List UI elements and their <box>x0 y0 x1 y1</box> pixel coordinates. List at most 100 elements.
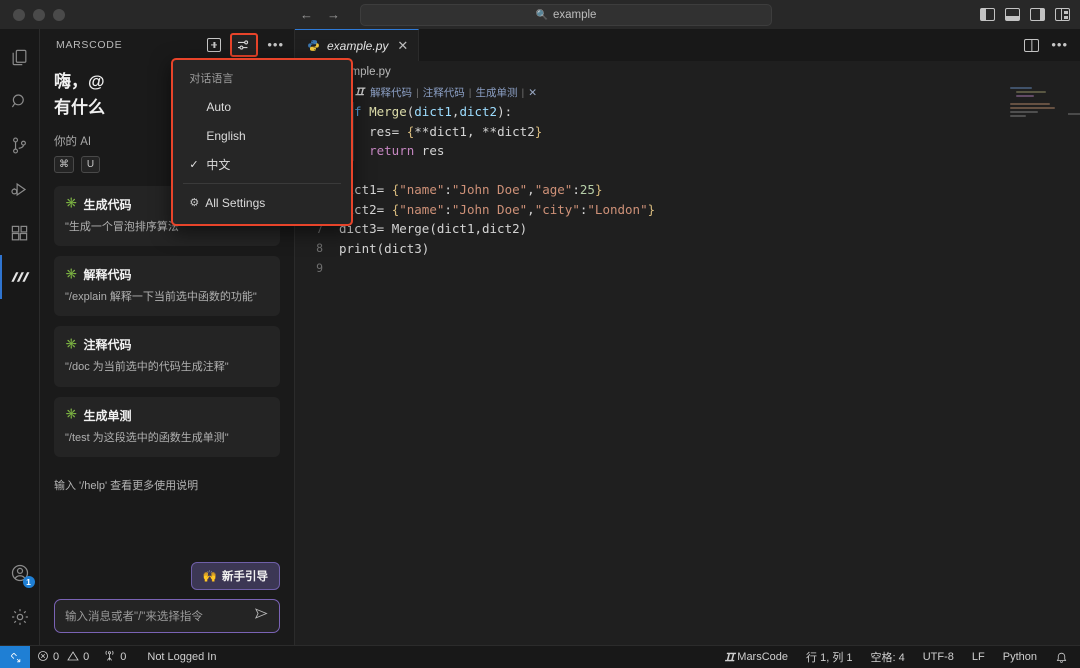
key-cmd: ⌘ <box>54 155 74 173</box>
codelens-separator: | <box>468 86 472 99</box>
code-line[interactable]: 2 res= {**dict1, **dict2} <box>295 122 1080 142</box>
card-title: 注释代码 <box>83 338 132 353</box>
key-u: U <box>81 155 100 173</box>
status-language-mode[interactable]: Python <box>994 646 1046 668</box>
codelens-action-explain[interactable]: 解释代码 <box>370 85 412 100</box>
hands-emoji-icon: 🙌 <box>202 571 217 583</box>
maximize-window-button[interactable] <box>53 8 65 21</box>
code-line[interactable]: 7 dict3= Merge(dict1,dict2) <box>295 219 1080 239</box>
sidebar-item-extensions[interactable] <box>0 211 40 255</box>
toggle-secondary-sidebar-icon[interactable] <box>1030 8 1045 21</box>
dropdown-item-chinese[interactable]: ✓ 中文 <box>173 150 351 179</box>
dropdown-item-label: Auto <box>206 99 232 114</box>
chat-input-placeholder: 输入消息或者"/"来选择指令 <box>65 611 203 623</box>
dropdown-item-auto[interactable]: Auto <box>173 92 351 121</box>
dropdown-section-label: 对话语言 <box>189 73 234 85</box>
list-item[interactable]: ✳️ 解释代码 "/explain 解释一下当前选中函数的功能" <box>54 256 280 317</box>
dropdown-item-english[interactable]: English <box>173 121 351 150</box>
plus-box-icon[interactable] <box>207 38 222 52</box>
send-icon[interactable] <box>254 606 269 624</box>
sparkle-icon: ✳️ <box>65 198 78 210</box>
ellipsis-icon[interactable]: ••• <box>267 38 284 51</box>
toggle-panel-icon[interactable] <box>1005 8 1020 21</box>
close-window-button[interactable] <box>13 8 25 21</box>
code-line[interactable]: 1def Merge(dict1,dict2): <box>295 102 1080 122</box>
split-editor-icon[interactable] <box>1024 38 1040 52</box>
list-item[interactable]: ✳️ 注释代码 "/doc 为当前选中的代码生成注释" <box>54 326 280 387</box>
quick-open-text: example <box>552 9 597 21</box>
code-line[interactable]: 9 <box>295 258 1080 278</box>
codelens-action-comment[interactable]: 注释代码 <box>423 85 465 100</box>
manage-settings-button[interactable] <box>0 595 40 639</box>
tab-example-py[interactable]: example.py ✕ <box>295 29 420 61</box>
layout-controls[interactable] <box>980 0 1070 29</box>
status-indentation[interactable]: 空格: 4 <box>862 646 914 668</box>
toggle-primary-sidebar-icon[interactable] <box>980 8 995 21</box>
sidebar-item-run-and-debug[interactable] <box>0 167 40 211</box>
card-description: "/doc 为当前选中的代码生成注释" <box>65 361 229 374</box>
warning-icon <box>67 650 79 665</box>
code-lines[interactable]: 1def Merge(dict1,dict2):2 res= {**dict1,… <box>295 102 1080 278</box>
status-eol[interactable]: LF <box>963 646 994 668</box>
forward-arrow-icon[interactable]: → <box>327 8 340 21</box>
error-icon <box>37 650 49 665</box>
status-encoding[interactable]: UTF-8 <box>914 646 963 668</box>
radio-tower-icon <box>103 649 116 665</box>
list-item[interactable]: ✳️ 生成单测 "/test 为这段选中的函数生成单测" <box>54 396 280 458</box>
customize-layout-icon[interactable] <box>1055 8 1070 21</box>
code-line[interactable]: 8 print(dict3) <box>295 239 1080 259</box>
status-marscode[interactable]: ⵊⵊ MarsCode <box>716 646 797 668</box>
account-button[interactable]: 1 <box>0 551 40 595</box>
sliders-icon[interactable] <box>230 33 259 57</box>
status-account[interactable]: Not Logged In <box>133 646 223 668</box>
line-number: 8 <box>316 241 323 256</box>
dropdown-item-all-settings[interactable]: ⚙ All Settings <box>173 188 351 217</box>
search-icon <box>10 92 29 111</box>
quick-open-bar[interactable]: 🔍 example <box>360 4 772 26</box>
codelens-action-unittest[interactable]: 生成单测 <box>476 85 518 100</box>
dropdown-item-label: English <box>206 128 246 143</box>
ellipsis-icon[interactable]: ••• <box>1051 38 1068 51</box>
sidebar-item-marscode[interactable] <box>0 255 40 299</box>
remote-window-icon[interactable] <box>0 645 30 668</box>
account-badge: 1 <box>22 576 35 588</box>
status-problems[interactable]: 0 0 <box>30 646 96 668</box>
files-icon <box>10 48 29 67</box>
workbench: 1 MARSCODE 对话语言 Auto English ✓ 中文 ⚙ All … <box>0 29 1080 645</box>
dropdown-divider <box>183 183 342 184</box>
code-line[interactable]: 3 return res <box>295 141 1080 161</box>
code-text: print(dict3) <box>339 240 430 256</box>
code-line[interactable]: 5dict1= {"name":"John Doe","age":25} <box>295 180 1080 200</box>
sidebar-item-explorer[interactable] <box>0 35 40 79</box>
notifications-bell-icon[interactable] <box>1046 646 1080 668</box>
panel-header: MARSCODE 对话语言 Auto English ✓ 中文 ⚙ All Se… <box>40 29 354 226</box>
panel-actions: 对话语言 Auto English ✓ 中文 ⚙ All Settings ••… <box>171 33 354 226</box>
run-and-debug-icon <box>10 180 29 199</box>
sidebar-item-search[interactable] <box>0 79 40 123</box>
code-line[interactable]: 6dict2= {"name":"John Doe","city":"Londo… <box>295 200 1080 220</box>
language-dropdown-menu: 对话语言 Auto English ✓ 中文 ⚙ All Settings <box>171 58 354 226</box>
sidebar-item-source-control[interactable] <box>0 123 40 167</box>
panel-title: MARSCODE <box>56 39 123 51</box>
search-icon: 🔍 <box>535 9 548 21</box>
navigation-arrows[interactable]: ← → <box>300 8 340 21</box>
back-arrow-icon[interactable]: ← <box>300 8 313 21</box>
window-controls[interactable] <box>0 8 110 21</box>
status-cursor-position[interactable]: 行 1, 列 1 <box>797 646 861 668</box>
editor-scrollbar[interactable] <box>1068 83 1080 645</box>
minimap[interactable] <box>1010 87 1066 141</box>
close-icon[interactable]: ✕ <box>397 39 408 52</box>
scrollbar-thumb[interactable] <box>1068 113 1080 115</box>
status-ports[interactable]: 0 <box>96 646 133 668</box>
minimize-window-button[interactable] <box>33 8 45 21</box>
close-icon[interactable]: ✕ <box>528 87 537 99</box>
beginner-guide-button[interactable]: 🙌 新手引导 <box>190 562 280 590</box>
code-editor[interactable]: ⵊⵊ 解释代码 | 注释代码 | 生成单测 | ✕ 1def Merge(dic… <box>295 83 1080 645</box>
breadcrumb[interactable]: example.py <box>295 61 1080 83</box>
codelens-separator: | <box>416 86 419 99</box>
chat-input-box[interactable]: 输入消息或者"/"来选择指令 <box>54 599 280 633</box>
guide-row: 🙌 新手引导 <box>54 562 280 590</box>
card-title: 生成代码 <box>83 197 132 212</box>
card-header: ✳️ 注释代码 <box>65 336 269 353</box>
code-line[interactable]: 4 <box>295 161 1080 181</box>
